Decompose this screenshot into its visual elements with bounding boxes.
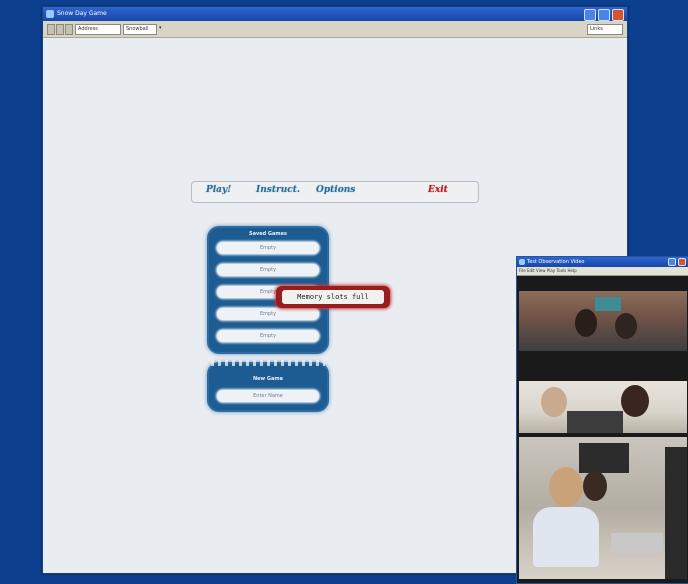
enter-name-button[interactable]: Enter Name: [217, 390, 319, 402]
video-window: Test Observation Video File Edit View Pl…: [516, 256, 688, 584]
new-game-panel: New Game Enter Name: [209, 360, 327, 410]
video-feed-1: [519, 291, 687, 351]
nav-options[interactable]: Options: [316, 185, 355, 195]
saved-games-title: Saved Games: [248, 231, 287, 237]
computer-monitor: [579, 443, 629, 473]
window-titlebar: Snow Day Game: [43, 7, 627, 21]
nav-instructions[interactable]: Instruct.: [256, 185, 300, 195]
saved-slot-2[interactable]: Empty: [217, 264, 319, 276]
video-minimize-icon[interactable]: [668, 258, 676, 266]
video-feed-3: [519, 437, 687, 579]
memory-full-tooltip: Memory slots full: [276, 286, 390, 308]
student-head: [583, 471, 607, 501]
keyboard: [611, 533, 663, 553]
monitor-screen: [595, 297, 621, 311]
forward-icon[interactable]: [56, 24, 64, 35]
minimize-icon[interactable]: [584, 9, 596, 21]
window-title: Snow Day Game: [57, 10, 107, 17]
browser-toolbar: Address Snowball ▾ Links: [43, 21, 627, 38]
links-button[interactable]: Links: [587, 24, 623, 35]
student-head: [541, 387, 567, 417]
nav-exit[interactable]: Exit: [428, 185, 448, 195]
saved-slot-1[interactable]: Empty: [217, 242, 319, 254]
student-shirt: [533, 507, 599, 567]
maximize-icon[interactable]: [598, 9, 610, 21]
window-controls: [584, 9, 624, 21]
tooltip-text: Memory slots full: [282, 290, 384, 304]
icicle-decoration: [211, 360, 325, 366]
nav-play[interactable]: Play!: [206, 185, 231, 195]
student-head: [621, 385, 649, 417]
video-titlebar: Test Observation Video: [517, 257, 688, 267]
saved-slot-5[interactable]: Empty: [217, 330, 319, 342]
refresh-icon[interactable]: [65, 24, 73, 35]
student-head: [615, 313, 637, 339]
video-menu-bar: File Edit View Play Tools Help: [517, 267, 688, 276]
game-nav-bar: Play! Instruct. Options Exit: [191, 181, 479, 203]
close-icon[interactable]: [612, 9, 624, 21]
saved-slot-4[interactable]: Empty: [217, 308, 319, 320]
tab-label: ▾: [159, 25, 162, 31]
video-feed-2: [519, 381, 687, 433]
computer-tower: [665, 447, 687, 579]
computer-monitor: [567, 411, 623, 433]
video-window-controls: [668, 258, 686, 266]
student-head: [549, 467, 583, 507]
back-icon[interactable]: [47, 24, 55, 35]
video-close-icon[interactable]: [678, 258, 686, 266]
new-game-title: New Game: [252, 376, 283, 382]
student-head: [575, 309, 597, 337]
video-app-icon: [519, 259, 525, 265]
search-box[interactable]: Snowball: [123, 24, 157, 35]
video-window-title: Test Observation Video: [527, 259, 585, 265]
app-icon: [46, 10, 54, 18]
address-box[interactable]: Address: [75, 24, 121, 35]
